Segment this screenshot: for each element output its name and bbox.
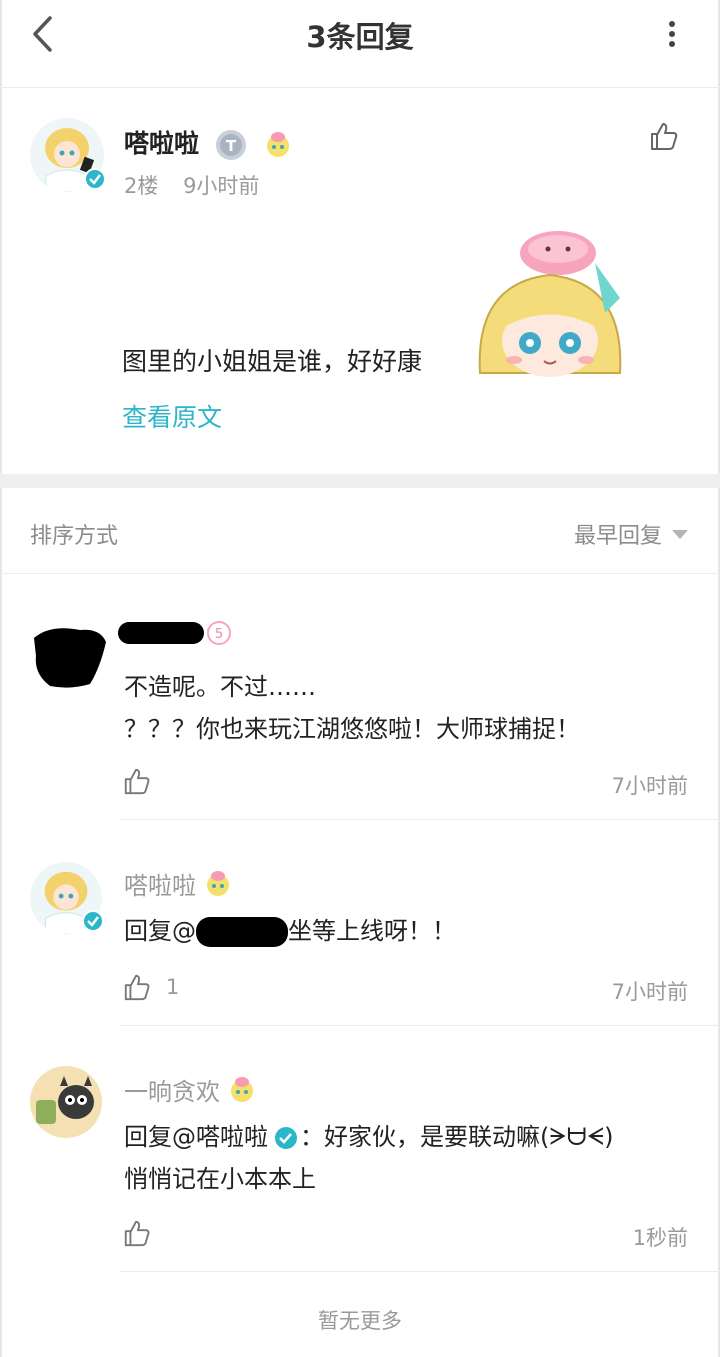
- svg-text:5: 5: [215, 627, 223, 642]
- reply-line: 悄悄记在小本本上: [124, 1165, 316, 1193]
- avatar-image: [30, 1066, 102, 1138]
- avatar[interactable]: [30, 118, 106, 192]
- reply-prefix: 回复@嗒啦啦: [124, 1123, 268, 1151]
- caret-down-icon: [672, 529, 688, 539]
- sort-bar: 排序方式 最早回复: [0, 488, 720, 574]
- reply-author[interactable]: 一晌贪欢: [124, 1072, 256, 1107]
- thumbs-up-icon: [124, 974, 150, 1001]
- reply-text: 不造呢。不过…… ？？？你也来玩江湖悠悠啦！大师球捕捉！: [124, 666, 704, 750]
- thumbs-up-icon: [124, 768, 150, 795]
- like-button[interactable]: [648, 120, 680, 152]
- redacted-username[interactable]: 5: [118, 620, 232, 646]
- verified-badge-icon: [84, 168, 106, 190]
- thumbs-up-icon: [651, 123, 678, 150]
- sort-label: 排序方式: [30, 524, 119, 549]
- reply-line: 不造呢。不过……: [124, 673, 316, 701]
- reply-prefix: 回复@: [124, 917, 196, 945]
- reply-author[interactable]: 嗒啦啦: [124, 866, 232, 901]
- reply-time: 1秒前: [632, 1226, 688, 1250]
- more-vertical-icon: [669, 21, 675, 47]
- reply-line: ？？？你也来玩江湖悠悠啦！大师球捕捉！: [124, 715, 580, 743]
- svg-text:T: T: [226, 137, 237, 155]
- like-button[interactable]: [122, 1218, 166, 1248]
- reply-item: 5 不造呢。不过…… ？？？你也来玩江湖悠悠啦！大师球捕捉！ 7小时前: [0, 574, 720, 820]
- anime-girl-sticker: [470, 223, 630, 378]
- peach-badge-icon: [231, 1076, 253, 1102]
- no-more-label: 暂无更多: [318, 1309, 402, 1333]
- redacted-avatar[interactable]: [30, 618, 110, 690]
- redacted-mention: [196, 917, 288, 947]
- reply-text: 回复@ 坐等上线呀！！: [124, 910, 704, 952]
- avatar[interactable]: [30, 862, 104, 934]
- reply-text: 回复@嗒啦啦 ：好家伙，是要联动嘛(ᗒᗨᗕ) 悄悄记在小本本上: [124, 1116, 694, 1200]
- comment-text: 图里的小姐姐是谁，好好康: [122, 347, 423, 376]
- reply-line: 回复@嗒啦啦 ：好家伙，是要联动嘛(ᗒᗨᗕ): [124, 1116, 694, 1158]
- comment-meta: 2楼 9小时前: [124, 170, 277, 200]
- peach-badge-icon: [207, 870, 229, 896]
- sort-dropdown[interactable]: 最早回复: [574, 518, 688, 550]
- like-button[interactable]: 1: [122, 972, 179, 1002]
- like-button[interactable]: [122, 766, 166, 796]
- reply-body: 坐等上线呀！！: [288, 917, 456, 945]
- reply-item: 一晌贪欢 回复@嗒啦啦 ：好家伙，是要联动嘛(ᗒᗨᗕ) 悄悄记在小本本上 1秒前: [0, 1026, 720, 1272]
- more-options-button[interactable]: [662, 18, 682, 50]
- floor-number: 2楼: [124, 174, 159, 198]
- page-title: 3条回复: [306, 20, 414, 54]
- avatar[interactable]: [30, 1066, 102, 1138]
- reply-time: 7小时前: [611, 980, 688, 1004]
- verified-badge-icon: [82, 910, 104, 932]
- reply-author-name: 嗒啦啦: [124, 872, 196, 900]
- comment-time: 9小时前: [183, 174, 260, 198]
- redaction-bar: [118, 622, 204, 644]
- view-original-link[interactable]: 查看原文: [122, 398, 222, 434]
- main-comment: 嗒啦啦 T 2楼 9小时前 图里的小姐姐是谁，好好康 查看原文: [0, 88, 720, 474]
- author-name[interactable]: 嗒啦啦 T: [124, 124, 292, 162]
- thumbs-up-icon: [124, 1220, 150, 1247]
- reply-time: 7小时前: [611, 774, 688, 798]
- level-badge-icon: 5: [207, 621, 231, 645]
- author-name-text: 嗒啦啦: [124, 129, 200, 158]
- reply-body: ：好家伙，是要联动嘛(ᗒᗨᗕ): [300, 1123, 614, 1151]
- top-bar: 3条回复: [0, 0, 720, 88]
- sort-value: 最早回复: [573, 524, 662, 549]
- redaction-scribble: [34, 628, 106, 688]
- verified-badge-icon: [275, 1127, 297, 1149]
- level-badge-icon: T: [215, 130, 246, 160]
- peach-badge-icon: [267, 132, 290, 157]
- like-count: 1: [166, 975, 180, 999]
- reply-author-name: 一晌贪欢: [124, 1078, 220, 1106]
- divider: [120, 1271, 720, 1272]
- reply-item: 嗒啦啦 回复@ 坐等上线呀！！ 1 7小时前: [0, 820, 720, 1026]
- section-separator: [0, 474, 720, 488]
